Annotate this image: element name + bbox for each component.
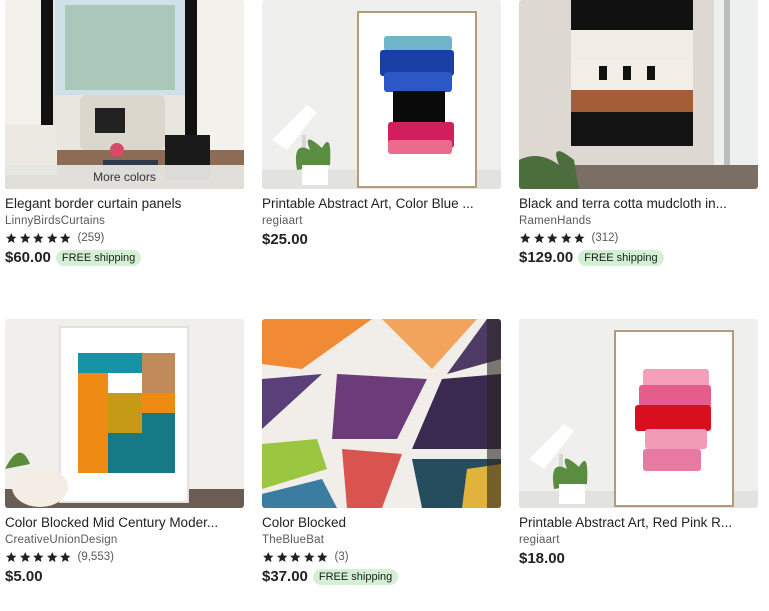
star-rating (519, 232, 587, 245)
rating: (9,553) (5, 550, 244, 564)
shop-name: CreativeUnionDesign (5, 534, 118, 546)
star-icon (317, 551, 328, 562)
star-icon (46, 232, 57, 243)
star-rating (5, 232, 73, 245)
star-icon (574, 232, 585, 243)
review-count: (312) (591, 232, 619, 244)
star-icon (19, 232, 30, 243)
star-icon (263, 551, 274, 562)
free-shipping-badge: FREE shipping (55, 249, 142, 266)
listing-card[interactable]: Color Blocked TheBlueBat (3) $37.00 FREE… (262, 319, 501, 585)
more-colors-label[interactable]: More colors (5, 165, 244, 189)
rating: (259) (5, 231, 244, 245)
listing-image-mudcloth-wall-hanging[interactable] (519, 0, 758, 189)
listing-image-blue-abstract[interactable] (262, 0, 501, 189)
price: $60.00 (5, 249, 51, 266)
review-count: (259) (77, 232, 105, 244)
star-icon (33, 232, 44, 243)
star-rating (262, 551, 330, 564)
star-icon (560, 232, 571, 243)
star-icon (33, 551, 44, 562)
listing-title[interactable]: Printable Abstract Art, Color Blue ... (262, 196, 501, 211)
listing-title[interactable]: Printable Abstract Art, Red Pink R... (519, 515, 758, 530)
shop-name: RamenHands (519, 215, 592, 227)
review-count: (9,553) (77, 551, 114, 563)
listing-title[interactable]: Elegant border curtain panels (5, 196, 244, 211)
listing-title[interactable]: Black and terra cotta mudcloth in... (519, 196, 758, 211)
star-rating (5, 551, 73, 564)
star-icon (533, 232, 544, 243)
listing-title[interactable]: Color Blocked Mid Century Moder... (5, 515, 244, 530)
listing-title[interactable]: Color Blocked (262, 515, 501, 530)
shop-name: LinnyBirdsCurtains (5, 215, 106, 227)
star-icon (520, 232, 531, 243)
price: $25.00 (262, 231, 308, 248)
price: $5.00 (5, 568, 43, 585)
listing-card[interactable]: Color Blocked Mid Century Moder... Creat… (5, 319, 244, 585)
star-icon (303, 551, 314, 562)
listing-image-red-pink-abstract[interactable] (519, 319, 758, 508)
star-icon (290, 551, 301, 562)
rating: (3) (262, 550, 501, 564)
free-shipping-badge: FREE shipping (578, 249, 664, 266)
listing-image-color-blocked-print[interactable] (5, 319, 244, 508)
star-icon (60, 232, 71, 243)
star-icon (6, 551, 17, 562)
review-count: (3) (334, 551, 349, 563)
star-icon (276, 551, 287, 562)
shop-name: regiaart (519, 534, 560, 546)
listing-image-geometric-painting[interactable] (262, 319, 501, 508)
star-icon (6, 232, 17, 243)
star-icon (46, 551, 57, 562)
price: $129.00 (519, 249, 574, 266)
shop-name: TheBlueBat (262, 534, 325, 546)
price: $18.00 (519, 550, 565, 567)
listing-card[interactable]: Black and terra cotta mudcloth in... Ram… (519, 0, 758, 266)
free-shipping-badge: FREE shipping (312, 568, 399, 585)
listing-card[interactable]: Printable Abstract Art, Red Pink R... re… (519, 319, 758, 567)
price: $37.00 (262, 568, 308, 585)
star-icon (547, 232, 558, 243)
star-icon (60, 551, 71, 562)
listing-card[interactable]: More colors Elegant border curtain panel… (5, 0, 244, 266)
listing-card[interactable]: Printable Abstract Art, Color Blue ... r… (262, 0, 501, 248)
rating: (312) (519, 231, 758, 245)
listing-image-curtains[interactable]: More colors (5, 0, 244, 189)
star-icon (19, 551, 30, 562)
shop-name: regiaart (262, 215, 303, 227)
